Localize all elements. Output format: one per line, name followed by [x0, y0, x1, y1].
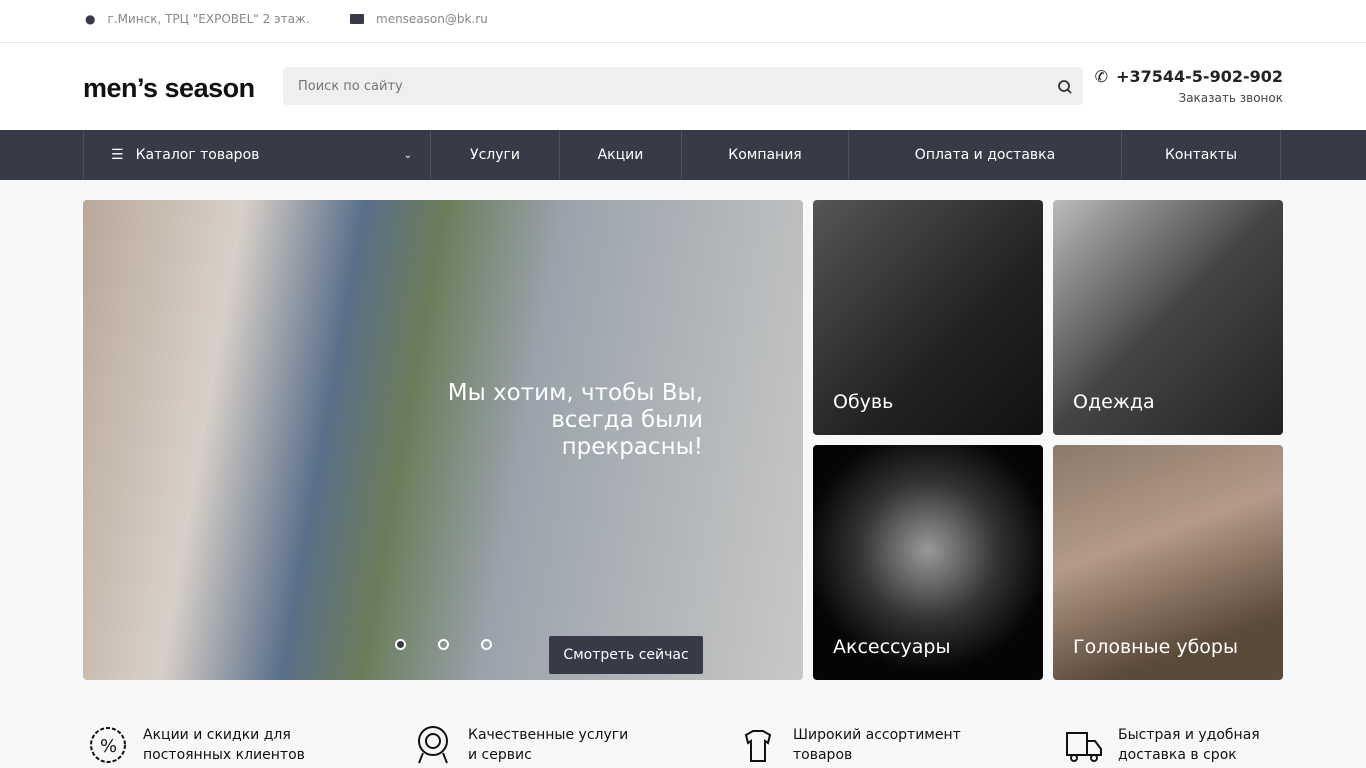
callback-link[interactable]: Заказать звонок: [1179, 91, 1284, 105]
slider-dot[interactable]: [481, 639, 492, 650]
percent-badge-icon: %: [90, 727, 126, 763]
feature-delivery: Быстрая и удобная доставка в срок: [1063, 725, 1268, 765]
truck-icon: [1066, 732, 1102, 762]
address: ● г.Минск, ТРЦ "EXPOBEL" 2 этаж.: [85, 12, 310, 26]
tile-accessories[interactable]: Аксессуары: [813, 445, 1043, 680]
search-input[interactable]: [283, 67, 1083, 105]
nav-item-promo[interactable]: Акции: [559, 130, 681, 180]
svg-text:%: %: [100, 736, 117, 757]
phone-icon: ✆: [1094, 67, 1109, 86]
tile-hats[interactable]: Головные уборы: [1053, 445, 1283, 680]
feature-quality: Качественные услуги и сервис: [413, 725, 638, 765]
email[interactable]: menseason@bk.ru: [350, 12, 488, 26]
logo[interactable]: men’s season: [83, 73, 255, 104]
nav-item-delivery[interactable]: Оплата и доставка: [848, 130, 1121, 180]
header: men’s season ✆+37544-5-902-902 Заказать …: [0, 43, 1366, 130]
nav-item-services[interactable]: Услуги: [430, 130, 559, 180]
watch-now-button[interactable]: Смотреть сейчас: [549, 636, 703, 674]
hero: Мы хотим, чтобы Вы, всегда были прекрасн…: [0, 180, 1366, 680]
tile-shoes[interactable]: Обувь: [813, 200, 1043, 435]
feature-discounts: % Акции и скидки для постоянных клиентов: [88, 725, 313, 765]
menu-icon: ☰: [111, 147, 124, 163]
tshirt-icon: [744, 730, 772, 762]
phone[interactable]: ✆ +37544-5-902-902: [1095, 67, 1283, 86]
hero-slider[interactable]: Мы хотим, чтобы Вы, всегда были прекрасн…: [83, 200, 803, 680]
nav-item-company[interactable]: Компания: [681, 130, 848, 180]
main-nav: ☰ Каталог товаров ⌄ Услуги Акции Компания …: [0, 130, 1366, 180]
chevron-down-icon: ⌄: [403, 149, 412, 161]
catalog-menu[interactable]: ☰ Каталог товаров ⌄: [83, 130, 430, 180]
slider-dot[interactable]: [395, 639, 406, 650]
mail-icon: [350, 14, 364, 24]
award-icon: [418, 726, 448, 764]
search-icon[interactable]: [1055, 77, 1075, 97]
tile-clothing[interactable]: Одежда: [1053, 200, 1283, 435]
top-bar: ● г.Минск, ТРЦ "EXPOBEL" 2 этаж. menseaso…: [0, 0, 1366, 43]
map-pin-icon: ●: [85, 12, 96, 26]
slider-dot[interactable]: [438, 639, 449, 650]
feature-assortment: Широкий ассортимент товаров: [738, 725, 963, 765]
nav-item-contacts[interactable]: Контакты: [1121, 130, 1281, 180]
slide-caption: Мы хотим, чтобы Вы, всегда были прекрасн…: [447, 380, 703, 460]
